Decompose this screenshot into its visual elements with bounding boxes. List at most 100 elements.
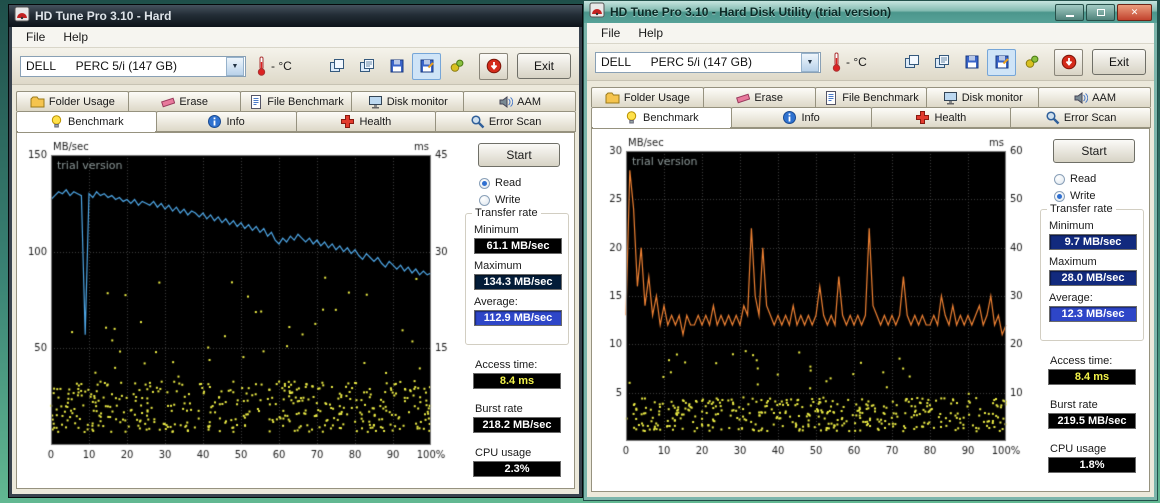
- exit-button[interactable]: Exit: [517, 53, 571, 79]
- toolbar: DELL PERC 5/i (147 GB) ▼ - °C Exit: [587, 44, 1154, 81]
- minimum-label: Minimum: [474, 224, 519, 236]
- save-text-button[interactable]: [412, 52, 441, 80]
- drive-select-value: DELL PERC 5/i (147 GB): [26, 59, 177, 73]
- start-button[interactable]: Start: [1053, 139, 1135, 163]
- export-button[interactable]: [442, 53, 471, 80]
- transfer-rate-group: Transfer rate Minimum 9.7 MB/sec Maximum…: [1040, 203, 1144, 341]
- start-button[interactable]: Start: [478, 143, 560, 167]
- tab-file-benchmark[interactable]: File Benchmark: [814, 87, 928, 107]
- transfer-rate-legend: Transfer rate: [472, 207, 541, 219]
- tab-health[interactable]: Health: [870, 107, 1012, 128]
- close-button[interactable]: ✕: [1117, 3, 1152, 21]
- health-icon: [341, 115, 355, 128]
- drive-select[interactable]: DELL PERC 5/i (147 GB) ▼: [20, 55, 246, 77]
- tab-folder-usage[interactable]: Folder Usage: [591, 87, 704, 107]
- download-button[interactable]: [479, 52, 508, 80]
- drive-select-value: DELL PERC 5/i (147 GB): [601, 55, 752, 69]
- copy-image-button[interactable]: [897, 49, 926, 76]
- tab-error-scan[interactable]: Error Scan: [1010, 107, 1151, 128]
- copy-text-button[interactable]: [927, 49, 956, 76]
- info-icon: [208, 115, 222, 128]
- toolbar: DELL PERC 5/i (147 GB) ▼ - °C Exit: [12, 48, 579, 85]
- tab-erase[interactable]: Erase: [127, 91, 241, 111]
- maximum-value: 28.0 MB/sec: [1049, 270, 1137, 286]
- tab-file-benchmark[interactable]: File Benchmark: [239, 91, 353, 111]
- benchmark-chart: [596, 133, 1030, 463]
- tab-info[interactable]: Info: [730, 107, 872, 128]
- hdtune-window-right: HD Tune Pro 3.10 - Hard Disk Utility (tr…: [583, 0, 1158, 501]
- tab-disk-monitor[interactable]: Disk monitor: [926, 87, 1040, 107]
- read-radio-dot[interactable]: [1054, 173, 1065, 185]
- tab-health[interactable]: Health: [295, 111, 437, 132]
- download-icon: [486, 58, 501, 74]
- menu-help[interactable]: Help: [630, 25, 671, 41]
- titlebar[interactable]: HD Tune Pro 3.10 - Hard Disk Utility (tr…: [584, 1, 1157, 23]
- chevron-down-icon[interactable]: ▼: [801, 52, 819, 72]
- hdtune-window-left: HD Tune Pro 3.10 - Hard ✕ File Help DELL…: [8, 4, 583, 498]
- benchmark-controls: Start Read Write Transfer rate Minimum 6…: [463, 133, 575, 488]
- menu-help[interactable]: Help: [55, 29, 96, 45]
- transfer-rate-legend: Transfer rate: [1047, 203, 1116, 215]
- minimum-value: 61.1 MB/sec: [474, 238, 562, 254]
- export-button[interactable]: [1017, 49, 1046, 76]
- folder-icon: [30, 96, 45, 108]
- copy-text-icon: [934, 55, 949, 68]
- copy-image-button[interactable]: [322, 53, 351, 80]
- menu-file[interactable]: File: [18, 29, 53, 45]
- save-image-button[interactable]: [382, 53, 411, 80]
- app-icon: [14, 6, 30, 27]
- bulb-icon: [626, 111, 637, 124]
- maximize-button[interactable]: [1086, 3, 1115, 21]
- disk-monitor-icon: [943, 92, 957, 105]
- write-radio[interactable]: Write: [1054, 190, 1095, 202]
- chevron-down-icon[interactable]: ▼: [226, 56, 244, 76]
- transfer-rate-group: Transfer rate Minimum 61.1 MB/sec Maximu…: [465, 207, 569, 345]
- export-gears-icon: [1025, 55, 1038, 68]
- window-client: File Help DELL PERC 5/i (147 GB) ▼ - °C: [12, 27, 579, 494]
- file-benchmark-icon: [251, 95, 262, 109]
- read-radio[interactable]: Read: [1054, 173, 1096, 185]
- disk-monitor-icon: [368, 96, 382, 109]
- titlebar[interactable]: HD Tune Pro 3.10 - Hard ✕: [9, 5, 582, 27]
- burst-rate-label: Burst rate: [1050, 399, 1098, 411]
- read-radio[interactable]: Read: [479, 177, 521, 189]
- temperature-value: - °C: [846, 55, 867, 69]
- save-image-button[interactable]: [957, 49, 986, 76]
- tab-disk-monitor[interactable]: Disk monitor: [351, 91, 465, 111]
- exit-button[interactable]: Exit: [1092, 49, 1146, 75]
- read-radio-dot[interactable]: [479, 177, 490, 189]
- average-label: Average:: [1049, 292, 1093, 304]
- minimum-label: Minimum: [1049, 220, 1094, 232]
- tab-error-scan[interactable]: Error Scan: [435, 111, 576, 132]
- speaker-icon: [1074, 92, 1089, 104]
- magnifier-icon: [1046, 111, 1060, 125]
- write-radio-dot[interactable]: [1054, 190, 1065, 202]
- tabstrip: Folder Usage Erase File Benchmark Disk m…: [591, 87, 1151, 128]
- drive-select[interactable]: DELL PERC 5/i (147 GB) ▼: [595, 51, 821, 73]
- tab-folder-usage[interactable]: Folder Usage: [16, 91, 129, 111]
- tab-aam[interactable]: AAM: [463, 91, 576, 111]
- maximize-icon: [1096, 8, 1105, 16]
- minimum-value: 9.7 MB/sec: [1049, 234, 1137, 250]
- tab-aam[interactable]: AAM: [1038, 87, 1151, 107]
- write-radio-dot[interactable]: [479, 194, 490, 206]
- tab-benchmark[interactable]: Benchmark: [16, 111, 157, 132]
- cpu-usage-label: CPU usage: [475, 447, 532, 459]
- tab-erase[interactable]: Erase: [702, 87, 816, 107]
- save-text-button[interactable]: [987, 48, 1016, 76]
- health-icon: [916, 111, 930, 124]
- burst-rate-value: 219.5 MB/sec: [1048, 413, 1136, 429]
- tab-info[interactable]: Info: [155, 111, 297, 132]
- maximum-label: Maximum: [1049, 256, 1097, 268]
- bulb-icon: [51, 115, 62, 128]
- access-time-value: 8.4 ms: [473, 373, 561, 389]
- copy-text-button[interactable]: [352, 53, 381, 80]
- copy-image-icon: [329, 59, 344, 72]
- tab-benchmark[interactable]: Benchmark: [591, 107, 732, 128]
- download-button[interactable]: [1054, 48, 1083, 76]
- copy-image-icon: [904, 55, 919, 68]
- menu-file[interactable]: File: [593, 25, 628, 41]
- write-radio[interactable]: Write: [479, 194, 520, 206]
- minimize-button[interactable]: [1055, 3, 1084, 21]
- tabstrip: Folder Usage Erase File Benchmark Disk m…: [16, 91, 576, 132]
